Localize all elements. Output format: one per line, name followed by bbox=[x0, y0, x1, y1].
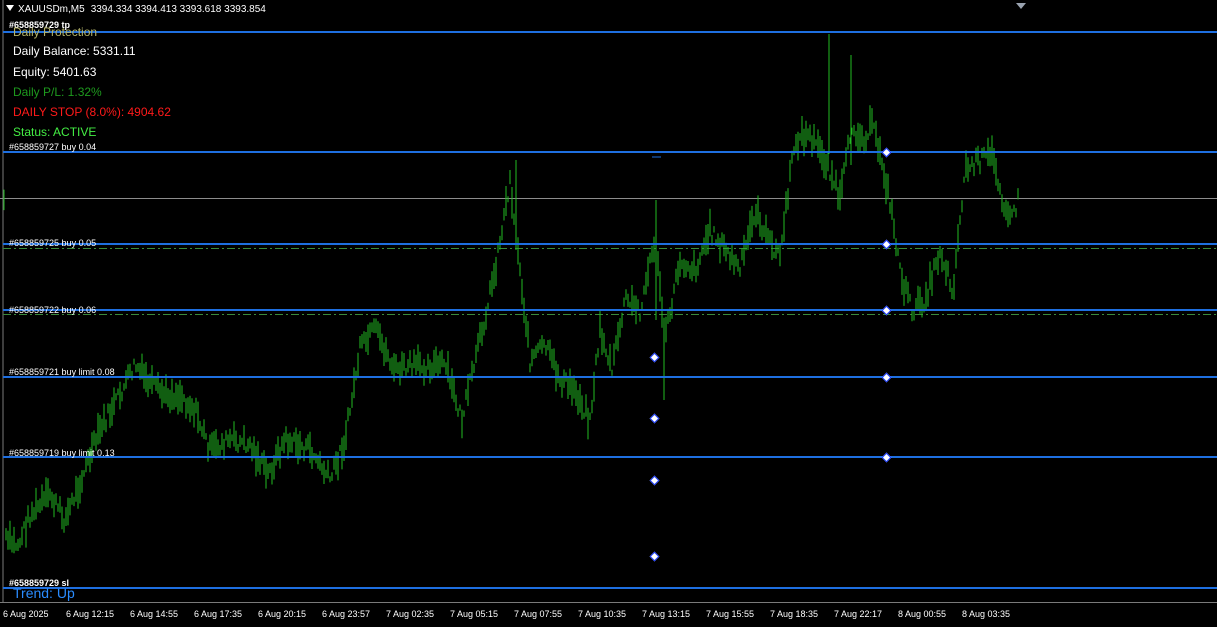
time-axis-label: 6 Aug 12:15 bbox=[66, 609, 115, 619]
order-label: #658859722 buy 0.06 bbox=[9, 305, 97, 315]
daily-balance: Daily Balance: 5331.11 bbox=[13, 44, 136, 58]
time-axis-label: 6 Aug 14:55 bbox=[130, 609, 179, 619]
chart-window[interactable]: XAUUSDm,M5 3394.334 3394.413 3393.618 339… bbox=[0, 0, 1217, 627]
time-axis-label: 6 Aug 17:35 bbox=[194, 609, 243, 619]
time-axis-label: 7 Aug 15:55 bbox=[706, 609, 755, 619]
order-label: #658859721 buy limit 0.08 bbox=[9, 367, 115, 377]
time-axis-label: 6 Aug 23:57 bbox=[322, 609, 371, 619]
time-axis-label: 8 Aug 03:35 bbox=[962, 609, 1011, 619]
price-chart[interactable] bbox=[0, 0, 1217, 627]
daily-pl: Daily P/L: 1.32% bbox=[13, 85, 102, 99]
panel-title: Daily Protection bbox=[13, 25, 98, 39]
time-axis-label: 7 Aug 18:35 bbox=[770, 609, 819, 619]
order-label: #658859719 buy limit 0.13 bbox=[9, 448, 115, 458]
equity: Equity: 5401.63 bbox=[13, 65, 97, 79]
symbol-label: XAUUSDm,M5 bbox=[18, 4, 85, 15]
status-text: Status: ACTIVE bbox=[13, 125, 97, 139]
order-label: #658859727 buy 0.04 bbox=[9, 142, 97, 152]
chart-header: XAUUSDm,M5 3394.334 3394.413 3393.618 339… bbox=[6, 4, 266, 15]
time-axis-label: 7 Aug 02:35 bbox=[386, 609, 435, 619]
chart-shift-triangle-icon[interactable] bbox=[1016, 3, 1026, 9]
daily-stop: DAILY STOP (8.0%): 4904.62 bbox=[13, 105, 171, 119]
chart-menu-triangle-icon[interactable] bbox=[6, 5, 14, 11]
time-axis-label: 7 Aug 10:35 bbox=[578, 609, 627, 619]
time-axis-label: 7 Aug 13:15 bbox=[642, 609, 691, 619]
ohlc-quotes: 3394.334 3394.413 3393.618 3393.854 bbox=[90, 4, 266, 15]
time-axis-label: 7 Aug 22:17 bbox=[834, 609, 883, 619]
time-axis-label: 7 Aug 07:55 bbox=[514, 609, 563, 619]
time-axis-label: 8 Aug 00:55 bbox=[898, 609, 947, 619]
time-axis-label: 6 Aug 2025 bbox=[3, 609, 49, 619]
order-label: #658859725 buy 0.05 bbox=[9, 238, 97, 248]
time-axis-label: 6 Aug 20:15 bbox=[258, 609, 307, 619]
time-axis-label: 7 Aug 05:15 bbox=[450, 609, 499, 619]
trend-text: Trend: Up bbox=[13, 585, 75, 601]
